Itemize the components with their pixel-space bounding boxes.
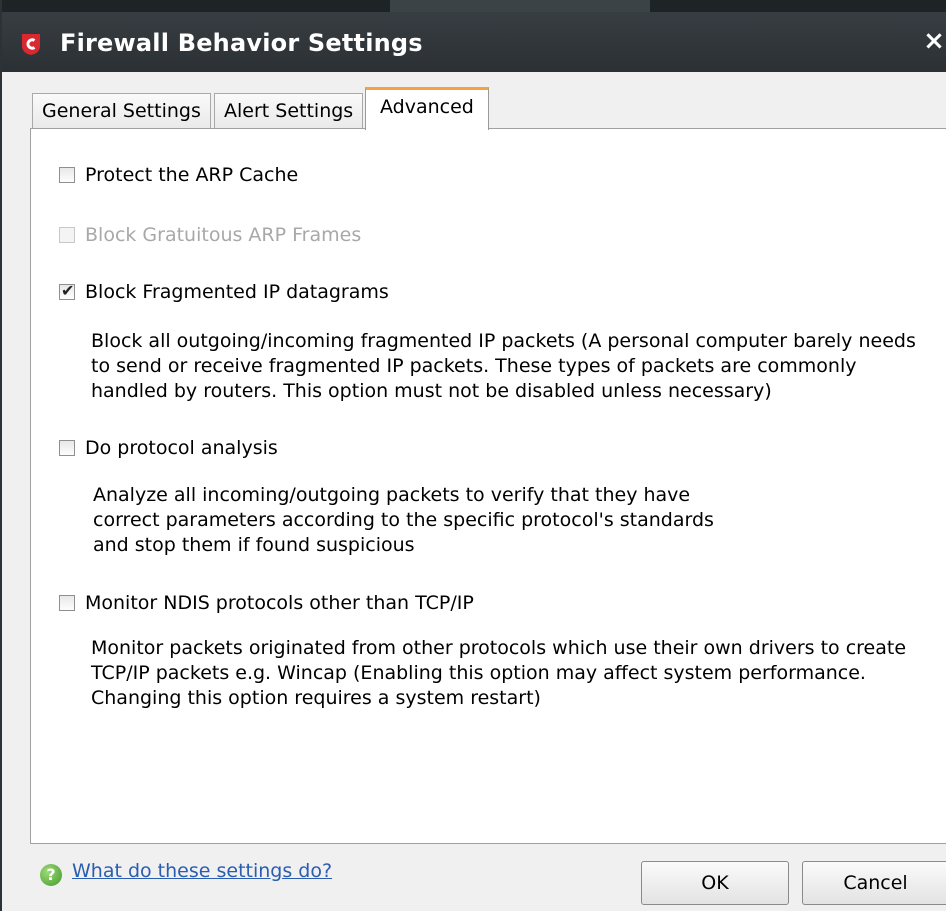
tab-label: Advanced xyxy=(380,96,474,118)
ok-button[interactable]: OK xyxy=(641,861,789,905)
checkmark-icon: ✔ xyxy=(61,281,75,300)
checkbox[interactable] xyxy=(59,440,75,456)
option-description: Monitor packets originated from other pr… xyxy=(91,637,907,709)
help-link[interactable]: What do these settings do? xyxy=(72,860,332,882)
checkbox[interactable] xyxy=(59,595,75,611)
tab-alert-settings[interactable]: Alert Settings xyxy=(214,93,364,129)
tab-label: General Settings xyxy=(42,100,201,122)
checkbox[interactable]: ✔ xyxy=(59,281,75,300)
dialog-window: Firewall Behavior Settings × General Set… xyxy=(0,0,946,911)
option-protocol-analysis[interactable]: Do protocol analysis xyxy=(59,437,278,459)
title-bar-top-strip xyxy=(2,0,946,12)
close-button[interactable]: × xyxy=(920,26,946,56)
option-label: Monitor NDIS protocols other than TCP/IP xyxy=(85,592,474,614)
tab-label: Alert Settings xyxy=(224,100,354,122)
option-label: Block Gratuitous ARP Frames xyxy=(85,224,362,246)
advanced-settings-panel: Protect the ARP Cache Block Gratuitous A… xyxy=(30,128,946,844)
option-description: Block all outgoing/incoming fragmented I… xyxy=(91,330,916,402)
window-title: Firewall Behavior Settings xyxy=(60,29,423,57)
option-block-fragmented-ip[interactable]: ✔ Block Fragmented IP datagrams xyxy=(59,281,389,303)
option-protect-arp-cache[interactable]: Protect the ARP Cache xyxy=(59,164,298,186)
checkbox[interactable] xyxy=(59,167,75,183)
title-bar[interactable]: Firewall Behavior Settings × xyxy=(2,0,946,72)
option-description: Analyze all incoming/outgoing packets to… xyxy=(93,484,714,556)
tab-bar: General Settings Alert Settings Advanced xyxy=(32,87,932,130)
option-monitor-ndis[interactable]: Monitor NDIS protocols other than TCP/IP xyxy=(59,592,474,614)
tab-general-settings[interactable]: General Settings xyxy=(32,93,211,129)
tab-advanced[interactable]: Advanced xyxy=(365,87,489,130)
comodo-logo-icon xyxy=(22,34,40,55)
option-label: Block Fragmented IP datagrams xyxy=(85,281,389,303)
help-question-icon: ? xyxy=(40,864,62,886)
option-block-gratuitous-arp: Block Gratuitous ARP Frames xyxy=(59,224,361,246)
checkbox xyxy=(59,227,75,243)
option-label: Do protocol analysis xyxy=(85,437,278,459)
cancel-button[interactable]: Cancel xyxy=(802,861,946,905)
option-label: Protect the ARP Cache xyxy=(85,164,299,186)
